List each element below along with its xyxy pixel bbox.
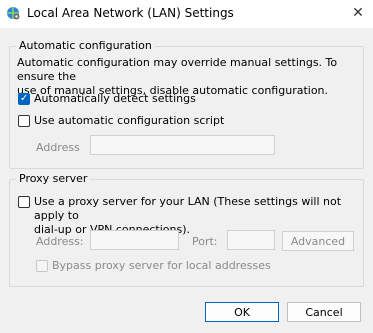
group-title-proxy: Proxy server — [16, 172, 91, 185]
ok-button[interactable]: OK — [205, 302, 279, 322]
script-address-input[interactable] — [90, 135, 275, 155]
proxy-address-input[interactable] — [90, 230, 179, 250]
automatic-configuration-group: Automatic configuration Automatic config… — [9, 39, 364, 169]
proxy-address-label: Address: — [36, 235, 84, 248]
script-address-label: Address — [36, 141, 80, 154]
advanced-button[interactable]: Advanced — [282, 231, 354, 251]
auto-detect-checkbox[interactable] — [18, 92, 30, 106]
use-proxy-checkbox[interactable] — [18, 196, 30, 208]
proxy-port-label: Port: — [192, 235, 218, 248]
auto-script-row[interactable]: Use automatic configuration script — [18, 114, 224, 128]
proxy-port-input[interactable] — [227, 230, 275, 250]
auto-script-label[interactable]: Use automatic configuration script — [34, 114, 224, 128]
auto-config-description-line1: Automatic configuration may override man… — [17, 56, 338, 83]
bypass-label[interactable]: Bypass proxy server for local addresses — [52, 259, 271, 273]
auto-script-checkbox[interactable] — [18, 115, 30, 127]
auto-detect-row[interactable]: Automatically detect settings — [18, 92, 196, 106]
cancel-button[interactable]: Cancel — [287, 302, 361, 322]
title-bar: Local Area Network (LAN) Settings ✕ — [0, 0, 373, 28]
group-title-automatic: Automatic configuration — [16, 39, 155, 52]
auto-detect-label[interactable]: Automatically detect settings — [34, 92, 196, 106]
window-title: Local Area Network (LAN) Settings — [27, 6, 234, 20]
use-proxy-label-line1[interactable]: Use a proxy server for your LAN (These s… — [34, 195, 363, 223]
bypass-row[interactable]: Bypass proxy server for local addresses — [36, 259, 271, 273]
close-icon[interactable]: ✕ — [348, 4, 368, 22]
bypass-checkbox[interactable] — [36, 260, 48, 272]
network-settings-icon — [7, 7, 20, 20]
proxy-server-group: Proxy server Use a proxy server for your… — [9, 172, 364, 287]
